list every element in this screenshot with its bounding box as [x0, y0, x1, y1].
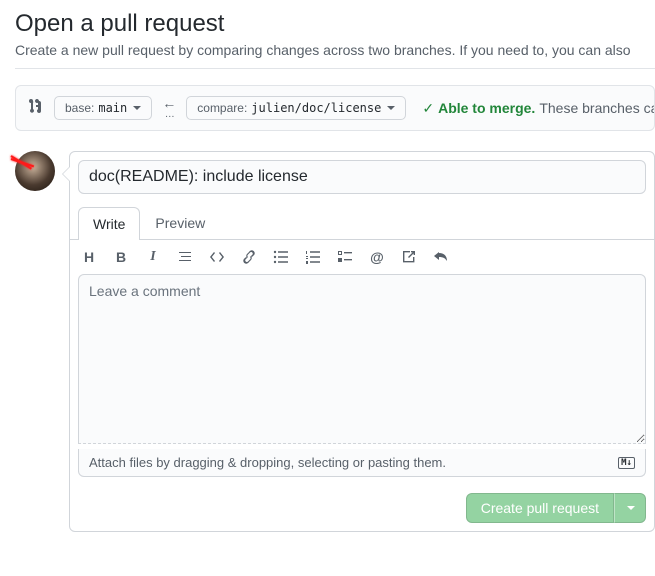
check-icon: ✓ [422, 100, 434, 117]
caret-down-icon [387, 106, 395, 110]
base-value: main [98, 101, 127, 115]
arrow-left-icon: ←… [162, 96, 176, 120]
crossref-icon[interactable] [400, 248, 418, 266]
merge-able-text: Able to merge. [438, 100, 535, 116]
comment-box: Write Preview H B I @ Attach files by dr… [69, 151, 655, 532]
branch-compare-bar: base: main ←… compare: julien/doc/licens… [15, 85, 655, 131]
compare-value: julien/doc/license [251, 101, 381, 115]
divider [15, 68, 655, 69]
merge-status: ✓ Able to merge. These branches can be [422, 100, 655, 117]
caret-down-icon [627, 506, 635, 510]
heading-icon[interactable]: H [80, 248, 98, 266]
compare-branch-select[interactable]: compare: julien/doc/license [186, 96, 406, 120]
comment-textarea[interactable] [78, 274, 646, 444]
tab-preview[interactable]: Preview [140, 206, 220, 239]
ol-icon[interactable] [304, 248, 322, 266]
base-label: base: [65, 101, 94, 115]
link-icon[interactable] [240, 248, 258, 266]
tab-write[interactable]: Write [78, 207, 140, 240]
compare-icon [28, 98, 44, 119]
code-icon[interactable] [208, 248, 226, 266]
merge-rest-text: These branches can be [539, 100, 655, 116]
reply-icon[interactable] [432, 248, 450, 266]
caret-down-icon [133, 106, 141, 110]
attach-hint: Attach files by dragging & dropping, sel… [89, 455, 446, 470]
pr-title-input[interactable] [78, 160, 646, 194]
editor-toolbar: H B I @ [70, 240, 654, 274]
italic-icon[interactable]: I [144, 248, 162, 266]
quote-icon[interactable] [176, 248, 194, 266]
markdown-icon[interactable]: M↓ [618, 457, 635, 469]
base-branch-select[interactable]: base: main [54, 96, 152, 120]
create-pr-button[interactable]: Create pull request [466, 493, 614, 523]
create-pr-dropdown[interactable] [614, 493, 646, 523]
mention-icon[interactable]: @ [368, 248, 386, 266]
tasklist-icon[interactable] [336, 248, 354, 266]
ul-icon[interactable] [272, 248, 290, 266]
tabs: Write Preview [70, 206, 654, 240]
attach-bar[interactable]: Attach files by dragging & dropping, sel… [78, 449, 646, 477]
page-title: Open a pull request [15, 10, 655, 38]
compare-label: compare: [197, 101, 247, 115]
bold-icon[interactable]: B [112, 248, 130, 266]
page-subtitle: Create a new pull request by comparing c… [15, 42, 655, 58]
actions: Create pull request [70, 485, 654, 531]
avatar[interactable] [15, 151, 55, 191]
